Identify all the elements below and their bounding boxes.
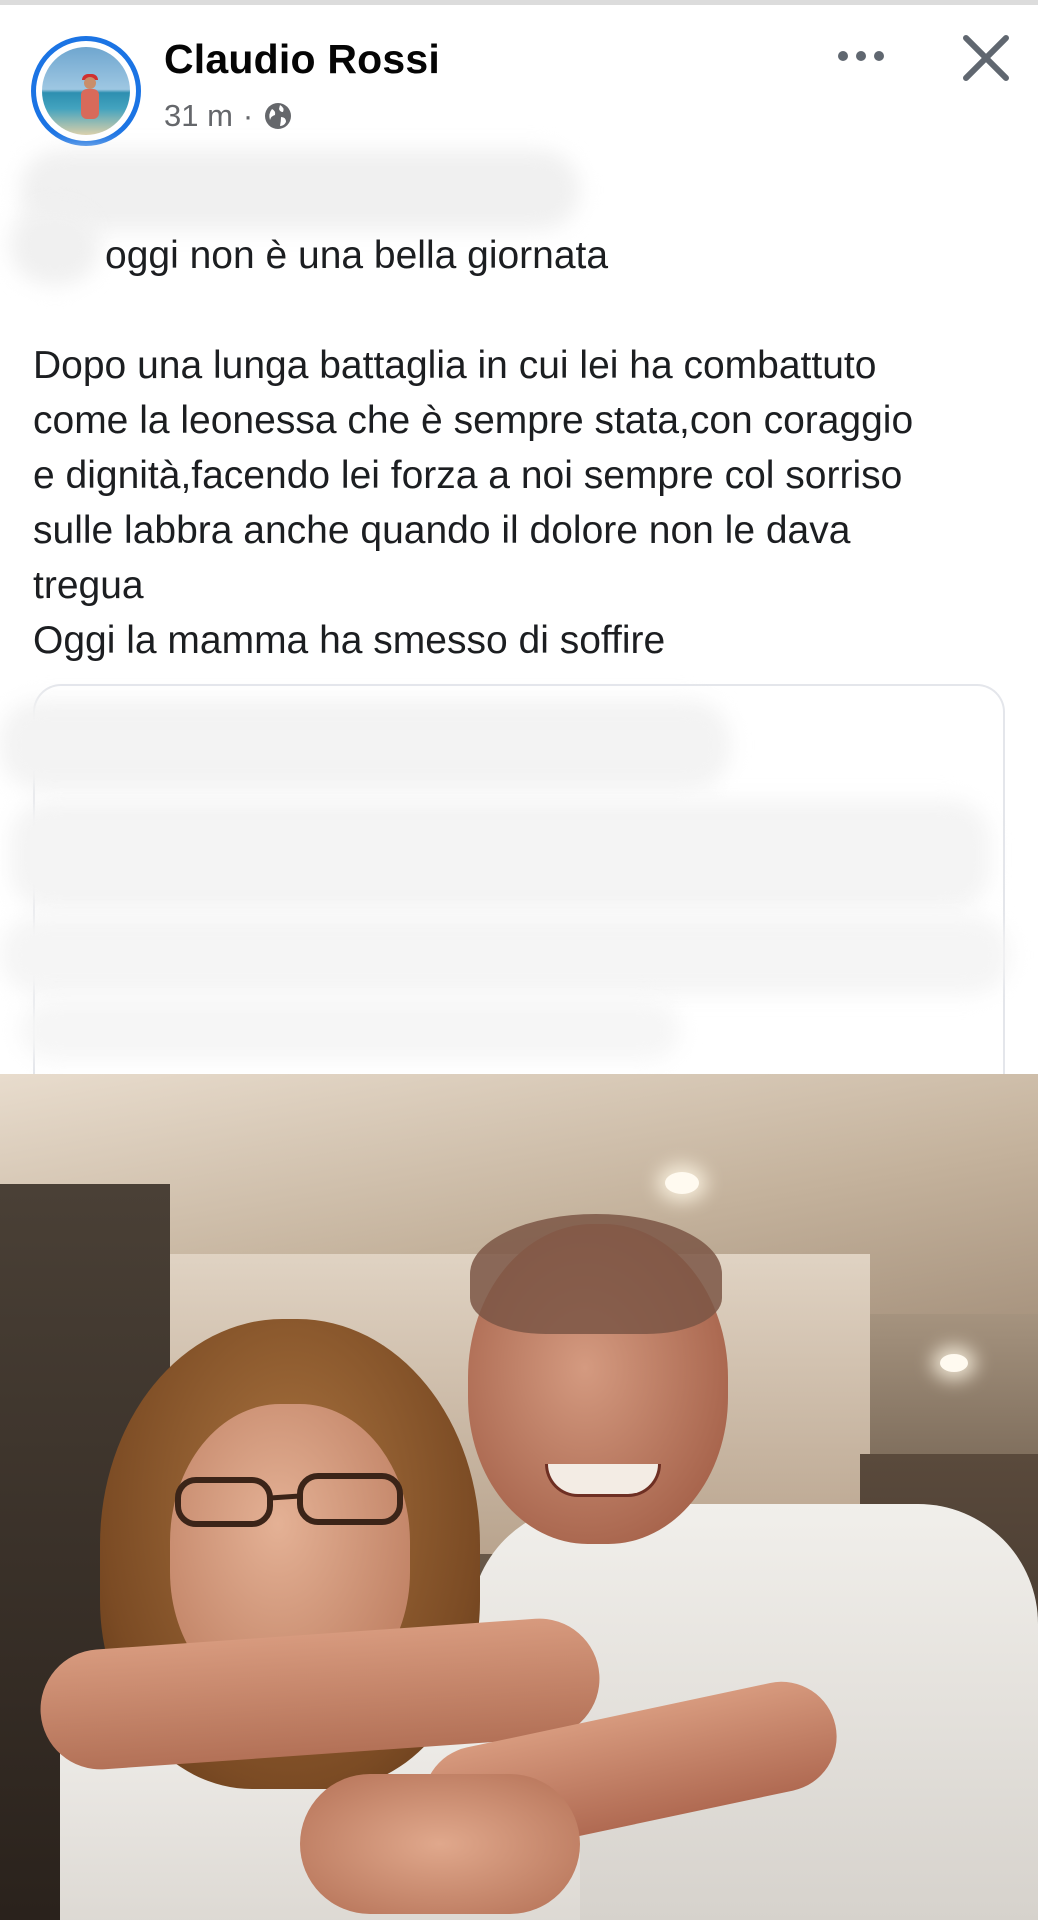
- post-text-first-line: oggi non è una bella giornata: [105, 234, 609, 277]
- post-time[interactable]: 31 m: [164, 98, 233, 134]
- post-meta: 31 m ·: [164, 98, 293, 134]
- close-icon[interactable]: [958, 30, 1014, 86]
- redacted-area: [20, 1000, 680, 1060]
- more-options-icon[interactable]: [838, 44, 898, 68]
- redacted-area: [20, 150, 580, 230]
- post-text-line: e dignità,facendo lei forza a noi sempre…: [33, 454, 903, 497]
- meta-separator: ·: [242, 98, 254, 133]
- redacted-area: [0, 915, 1010, 995]
- author-name[interactable]: Claudio Rossi: [164, 36, 440, 83]
- top-divider: [0, 0, 1038, 5]
- avatar-image: [42, 47, 130, 135]
- post-text-line: Dopo una lunga battaglia in cui lei ha c…: [33, 344, 877, 387]
- avatar[interactable]: [31, 36, 141, 146]
- post-text-line: come la leonessa che è sempre stata,con …: [33, 399, 914, 442]
- redacted-area: [10, 205, 100, 285]
- post-text-line: tregua: [33, 564, 144, 607]
- post-photo[interactable]: [0, 1074, 1038, 1920]
- redacted-area: [10, 800, 990, 910]
- redacted-area: [0, 700, 730, 790]
- post-text-line: sulle labbra anche quando il dolore non …: [33, 509, 851, 552]
- globe-icon: [263, 101, 293, 131]
- post-text-line: Oggi la mamma ha smesso di soffire: [33, 619, 666, 662]
- post-text-body: Dopo una lunga battaglia in cui lei ha c…: [33, 338, 1023, 668]
